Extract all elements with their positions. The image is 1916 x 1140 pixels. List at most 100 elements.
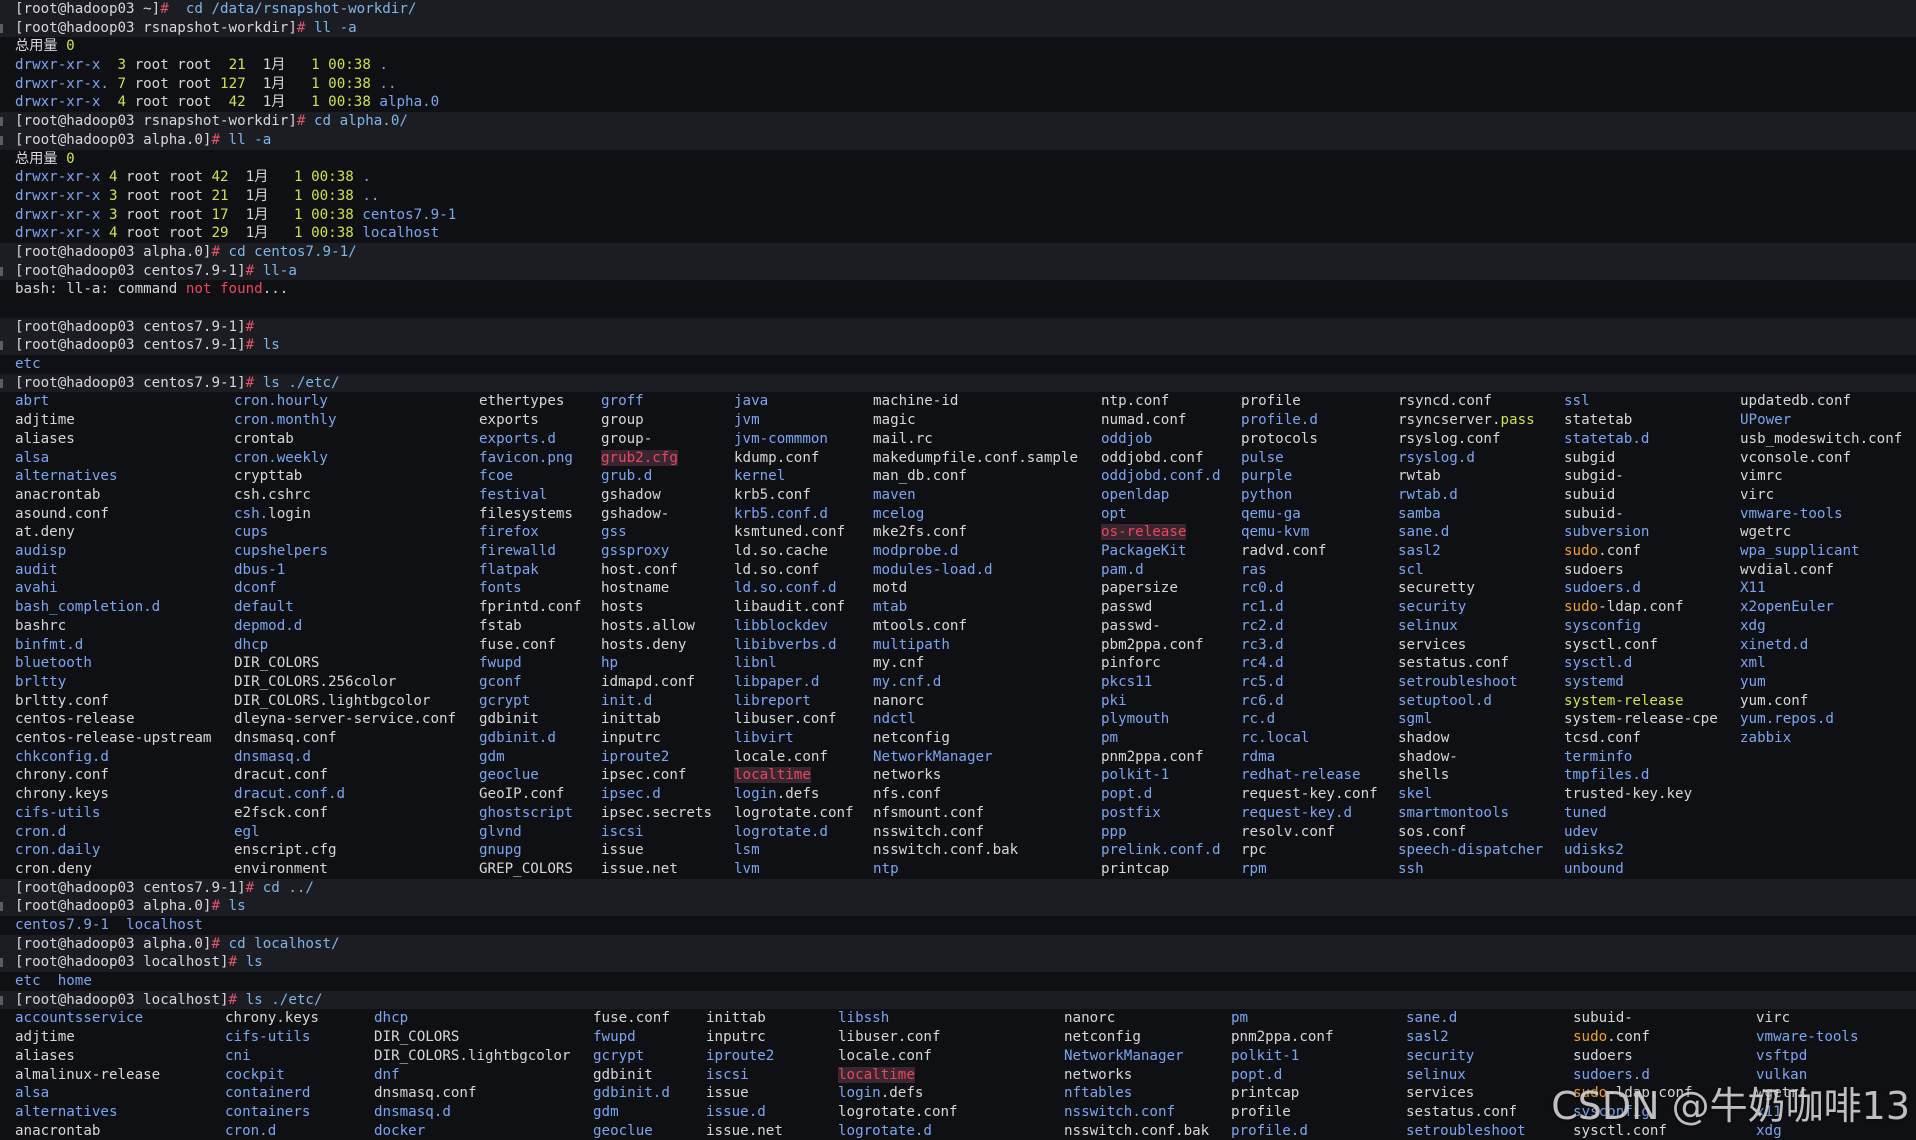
command-text: ls ./etc/ xyxy=(254,374,340,391)
output-text: 3 xyxy=(117,57,127,74)
ls-entry: services xyxy=(1406,1084,1474,1103)
output-text: 17 xyxy=(211,206,229,223)
ls-entry: issue.net xyxy=(706,1122,783,1140)
filename: hosts.deny xyxy=(601,636,687,653)
ls-entry: gcrypt xyxy=(479,692,530,711)
ls-entry: GREP_COLORS xyxy=(479,860,573,879)
filename: java xyxy=(734,393,769,410)
ls-entry: nfs.conf xyxy=(873,785,941,804)
output-text: .. xyxy=(370,75,397,92)
filename: fuse.conf xyxy=(593,1010,670,1027)
command-text: ls ./etc/ xyxy=(237,991,323,1008)
output-text: localhost xyxy=(353,225,440,242)
terminal-window[interactable]: [root@hadoop03 ~]# cd /data/rsnapshot-wo… xyxy=(0,0,1916,1140)
filename: virc xyxy=(1756,1010,1791,1027)
filename: opt xyxy=(1101,505,1127,522)
command-line: [root@hadoop03 localhost]# ls ./etc/ xyxy=(0,990,1916,1010)
ls-entry: libaudit.conf xyxy=(734,598,845,617)
filename: polkit-1 xyxy=(1101,767,1170,784)
filename: festival xyxy=(479,486,548,503)
ls-entry: ld.so.cache xyxy=(734,542,828,561)
filename: centos-release-upstream xyxy=(15,730,212,747)
filename: nanorc xyxy=(1064,1010,1116,1027)
output-text: centos7.9-1 xyxy=(15,917,109,933)
filename: wvdial.conf xyxy=(1740,561,1834,578)
filename: hosts.allow xyxy=(601,617,695,634)
ls-entry: nftables xyxy=(1064,1084,1132,1103)
filename: mtab xyxy=(873,599,908,616)
watermark: CSDN @牛奶咖啡13 xyxy=(1551,1084,1910,1128)
ls-entry: resolv.conf xyxy=(1241,823,1335,842)
ls-entry: locale.conf xyxy=(734,748,828,767)
filename: jvm-commmon xyxy=(734,430,828,447)
ls-entry: vimrc xyxy=(1740,467,1783,486)
filename: dnsmasq.d xyxy=(234,748,311,765)
line-marker xyxy=(0,958,3,968)
filename: services xyxy=(1398,636,1467,653)
ls-entry: logrotate.conf xyxy=(838,1103,958,1122)
filename: DIR_COLORS.lightbgcolor xyxy=(234,692,431,709)
filename: fonts xyxy=(479,580,522,597)
filename-part: sudo xyxy=(1573,1029,1608,1046)
filename: setroubleshoot xyxy=(1406,1122,1526,1139)
filename: fprintd.conf xyxy=(479,599,582,616)
filename: bash_completion.d xyxy=(15,599,161,616)
filename: smartmontools xyxy=(1398,804,1510,821)
filename: popt.d xyxy=(1231,1066,1283,1083)
ls-entry: papersize xyxy=(1101,579,1178,598)
filename: gdm xyxy=(593,1103,619,1120)
filename: dconf xyxy=(234,580,277,597)
ls-entry: rc2.d xyxy=(1241,617,1284,636)
ls-entry: sudoers.d xyxy=(1564,579,1641,598)
ls-entry: alternatives xyxy=(15,467,118,486)
filename: brltty xyxy=(15,673,67,690)
filename: sudoers xyxy=(1564,561,1624,578)
filename: my.cnf xyxy=(873,655,925,672)
filename: pinforc xyxy=(1101,655,1161,672)
ls-entry: aliases xyxy=(15,1047,75,1066)
ls-entry: ppp xyxy=(1101,823,1127,842)
ls-entry: iproute2 xyxy=(706,1047,774,1066)
ls-entry: nsswitch.conf.bak xyxy=(1064,1122,1209,1140)
ls-entry: selinux xyxy=(1406,1066,1466,1085)
filename: netconfig xyxy=(1064,1029,1141,1046)
filename-part: .defs xyxy=(880,1085,924,1102)
filename: audisp xyxy=(15,543,67,560)
output-text: drwxr-xr-x xyxy=(15,187,101,204)
filename: cron.weekly xyxy=(234,449,328,466)
ls-entry: xinetd.d xyxy=(1740,636,1808,655)
filename-part: pass xyxy=(1500,412,1535,429)
ls-entry: brltty.conf xyxy=(15,692,109,711)
output-text: localhost xyxy=(126,917,203,933)
ls-entry: makedumpfile.conf.sample xyxy=(873,449,1078,468)
filename: rsyslog.d xyxy=(1398,449,1475,466)
output-line: drwxr-xr-x. 7 root root 127 1月 1 00:38 .… xyxy=(0,75,1916,94)
filename: libuser.conf xyxy=(838,1029,941,1046)
ls-entry: networks xyxy=(1064,1066,1132,1085)
ls-entry: plymouth xyxy=(1101,710,1169,729)
filename: xml xyxy=(1740,655,1766,672)
ls-entry: profile.d xyxy=(1241,411,1318,430)
ls-entry: rpc xyxy=(1241,841,1267,860)
ls-entry: pnm2ppa.conf xyxy=(1231,1028,1334,1047)
filename: networks xyxy=(873,767,942,784)
filename: nsswitch.conf xyxy=(873,823,985,840)
output-line: etc xyxy=(0,355,1916,374)
filename: dnsmasq.conf xyxy=(374,1085,477,1102)
output-text: 1 00:38 xyxy=(294,206,354,223)
filename: chrony.keys xyxy=(225,1010,319,1027)
ls-entry: my.cnf.d xyxy=(873,673,941,692)
ls-entry: scl xyxy=(1398,561,1424,580)
ls-entry: protocols xyxy=(1241,430,1318,449)
filename: nsswitch.conf.bak xyxy=(873,842,1019,859)
ls-entry: DIR_COLORS.256color xyxy=(234,673,396,692)
ls-entry: speech-dispatcher xyxy=(1398,841,1543,860)
filename: logrotate.conf xyxy=(734,804,854,821)
filename: crypttab xyxy=(234,468,303,485)
filename: nftables xyxy=(1064,1085,1133,1102)
filename: ksmtuned.conf xyxy=(734,524,846,541)
ls-entry: qemu-kvm xyxy=(1241,523,1309,542)
